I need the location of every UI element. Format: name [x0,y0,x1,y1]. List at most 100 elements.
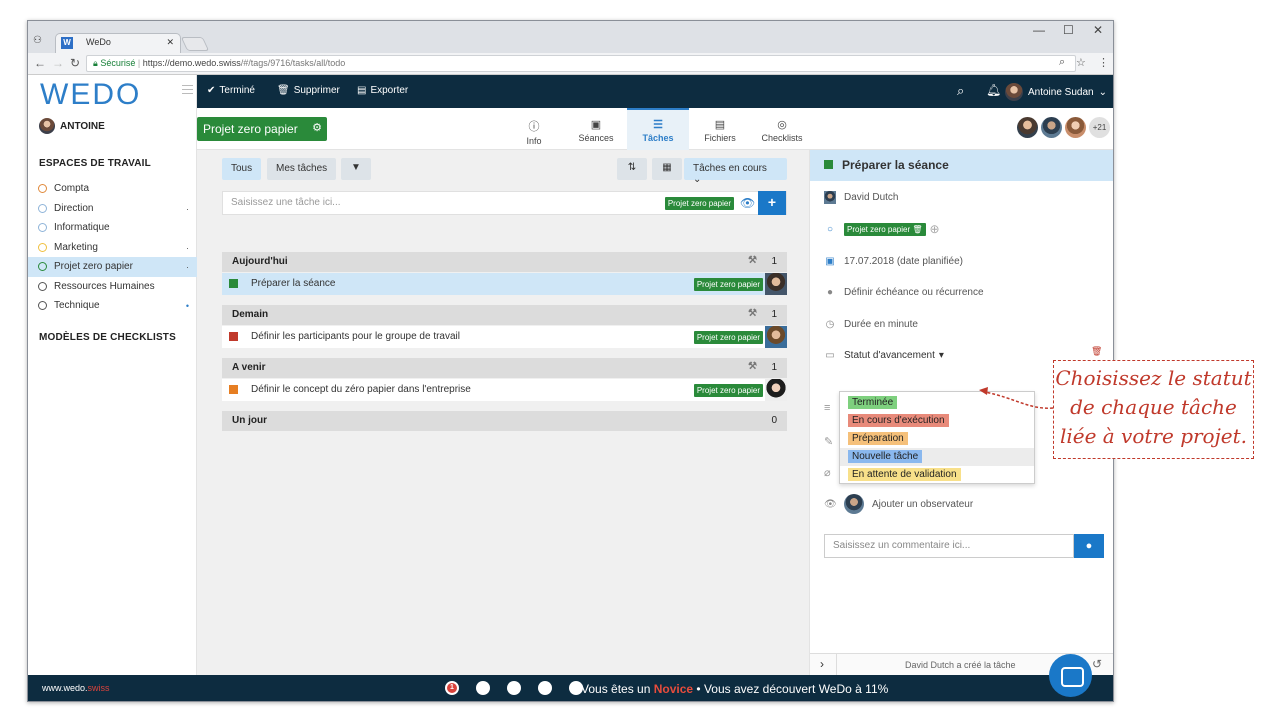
callout-line: liée à votre projet. [1059,424,1248,448]
sidebar-item-projet-zero-papier[interactable]: Projet zero papier · [28,257,197,277]
tab-label: Info [526,136,542,146]
new-task-input[interactable]: Saisissez une tâche ici... Projet zero p… [222,191,787,215]
chevron-right-icon[interactable]: › [820,657,824,671]
tab-title: WeDo [86,37,111,47]
profile-icon[interactable]: ⚇ [33,35,42,46]
step-dot[interactable] [476,681,490,695]
user-menu[interactable]: Antoine Sudan ⌄ [1004,83,1107,101]
status-option-label: En attente de validation [848,468,961,481]
grid-view-icon[interactable]: ▦ [652,158,682,180]
close-window-icon[interactable]: ✕ [1093,23,1103,37]
deadline-row[interactable]: ● Définir échéance ou récurrence [824,287,984,298]
zoom-icon[interactable]: ⌕ [1059,56,1065,69]
wand-icon[interactable]: ⚒ [748,308,757,319]
history-icon[interactable]: ↺ [1092,657,1102,671]
tab-info[interactable]: ⓘ Info [503,108,565,150]
footer-site[interactable]: www.wedo.swiss [42,683,110,693]
filter-icon[interactable]: ▼ [341,158,371,180]
task-row[interactable]: Préparer la séance Projet zero papier [222,273,787,295]
delete-button[interactable]: 🗑︎ Supprimer [277,85,340,96]
sidebar-item-marketing[interactable]: Marketing · [28,238,197,258]
wedo-logo[interactable]: WEDO [40,78,141,112]
sidebar-item-technique[interactable]: Technique • [28,296,197,316]
date-row[interactable]: ▣ 17.07.2018 (date planifiée) [824,256,963,267]
trash-icon[interactable]: 🗑︎ [912,225,922,234]
document-icon: ▤ [357,85,367,96]
tab-checklists[interactable]: ◎ Checklists [751,108,813,150]
close-tab-icon[interactable]: ✕ [166,37,174,48]
step-dot[interactable] [507,681,521,695]
chat-widget-button[interactable] [1049,654,1092,697]
menu-kebab-icon[interactable]: ⋮ [1098,56,1109,69]
maximize-icon[interactable]: ☐ [1063,23,1074,37]
bell-icon[interactable]: 🔔︎ [986,83,1001,97]
search-icon[interactable]: ⌕ [957,83,964,99]
group-header[interactable]: Aujourd'hui ⚒ 1 [222,252,787,272]
detail-header[interactable]: Préparer la séance [810,150,1113,181]
status-option-new[interactable]: Nouvelle tâche [840,448,1034,466]
wand-icon[interactable]: ⚒ [748,361,757,372]
sidebar-item-informatique[interactable]: Informatique [28,218,197,238]
group-title: Aujourd'hui [232,256,288,267]
step-dot[interactable] [538,681,552,695]
duration-row[interactable]: ◷ Durée en minute [824,319,918,330]
export-button[interactable]: ▤ Exporter [357,85,408,96]
wand-icon[interactable]: ⚒ [748,255,757,266]
step-dot[interactable]: 1 [445,681,459,695]
tab-seances[interactable]: ▣ Séances [565,108,627,150]
forward-icon[interactable]: → [52,56,64,70]
hamburger-icon[interactable] [182,85,193,94]
sidebar-user[interactable]: ANTOINE [39,118,105,134]
eye-icon[interactable]: 👁︎ [740,196,755,210]
filter-mine-button[interactable]: Mes tâches [267,158,337,180]
group-header[interactable]: Demain ⚒ 1 [222,305,787,325]
status-filter-dropdown[interactable]: Tâches en cours ⌄ [684,158,787,185]
attachment-icon: ⌀ [824,467,831,479]
project-tag: Projet zero papier [693,331,763,344]
reload-icon[interactable]: ↻ [70,56,80,70]
sidebar-item-compta[interactable]: Compta [28,179,197,199]
sidebar-item-ressources-humaines[interactable]: Ressources Humaines [28,277,197,297]
project-name-button[interactable]: Projet zero papier ⚙ [197,117,327,141]
new-tab-button[interactable] [180,37,210,51]
group-title: Demain [232,309,269,320]
lock-icon: 🔒︎ [93,58,98,68]
url-input[interactable]: 🔒︎ Sécurisé | https://demo.wedo.swiss/#/… [86,55,1076,72]
group-header[interactable]: Un jour 0 [222,411,787,431]
tag-row[interactable]: ○ Projet zero papier 🗑︎ ⊕ [824,222,940,236]
sort-icon[interactable]: ⇅ [617,158,647,180]
filter-all-button[interactable]: Tous [222,158,262,180]
back-icon[interactable]: ← [34,56,46,70]
url-host: https://demo.wedo.swiss [142,58,241,68]
gear-icon[interactable]: ⚙ [312,121,322,134]
sidebar-item-direction[interactable]: Direction · [28,199,197,219]
status-option-awaiting-validation[interactable]: En attente de validation [840,466,1034,484]
comment-input[interactable]: Saisissez un commentaire ici... [824,534,1074,558]
done-button[interactable]: ✔ Terminé [207,85,255,96]
member-avatars[interactable]: +21 [1017,117,1110,138]
bookmark-star-icon[interactable]: ☆ [1076,56,1086,69]
status-square-icon[interactable] [824,160,833,169]
minimize-icon[interactable]: — [1033,23,1045,37]
add-tag-icon[interactable]: ⊕ [930,222,940,236]
status-option-preparation[interactable]: Préparation [840,430,1034,448]
circle-icon [38,184,47,193]
status-square-icon[interactable] [229,385,238,394]
assignee-row[interactable]: David Dutch [824,191,898,204]
group-header[interactable]: A venir ⚒ 1 [222,358,787,378]
trash-icon[interactable]: 🗑︎ [1091,346,1102,357]
status-option-in-progress[interactable]: En cours d'exécution [840,412,1034,430]
status-dropdown[interactable]: ▭ Statut d'avancement ▾ [824,350,944,361]
task-row[interactable]: Définir le concept du zéro papier dans l… [222,379,787,401]
tab-label: Séances [578,133,614,143]
send-comment-button[interactable]: ● [1074,534,1104,558]
tab-fichiers[interactable]: ▤ Fichiers [689,108,751,150]
observer-row[interactable]: 👁︎ Ajouter un observateur [824,494,973,514]
export-label: Exporter [370,85,409,96]
tab-taches[interactable]: ☰ Tâches [627,108,689,150]
task-row[interactable]: Définir les participants pour le groupe … [222,326,787,348]
browser-tab[interactable]: W WeDo ✕ [55,33,181,53]
status-square-icon[interactable] [229,332,238,341]
status-square-icon[interactable] [229,279,238,288]
add-task-button[interactable]: + [758,191,786,215]
